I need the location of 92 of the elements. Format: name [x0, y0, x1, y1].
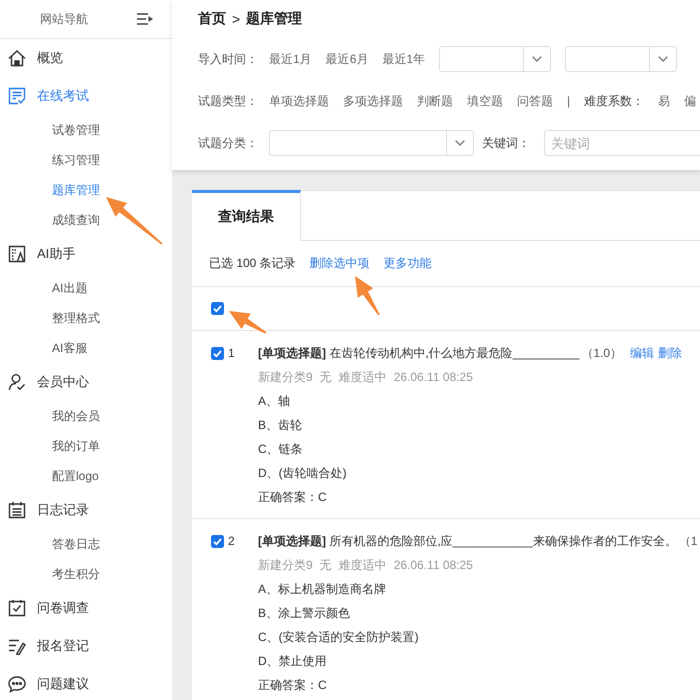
chevron-down-icon: [455, 140, 465, 146]
filter-option[interactable]: 问答题: [517, 92, 553, 110]
sidebar-subitem[interactable]: 题库管理: [52, 182, 100, 198]
meta-text: 新建分类9: [258, 368, 313, 386]
filter-label: 导入时间：: [198, 50, 255, 68]
annotation-arrow: [229, 311, 266, 334]
filter-label: 难度系数：: [584, 92, 644, 110]
keyword-field[interactable]: 关键词: [544, 130, 700, 156]
sidebar-title: 网站导航: [40, 10, 88, 28]
sidebar-item[interactable]: 日志记录: [8, 501, 89, 519]
filter-label: 关键词：: [482, 134, 530, 152]
sidebar-subitem[interactable]: 成绩查询: [52, 212, 100, 228]
select-field[interactable]: [269, 130, 474, 156]
question-title: [单项选择题] 所有机器的危险部位,应____________来确保操作者的工作安全。: [258, 532, 677, 550]
filter-option[interactable]: 单项选择题: [269, 92, 329, 110]
action-link[interactable]: 删除: [658, 344, 682, 362]
filter-option[interactable]: 判断题: [417, 92, 453, 110]
clipboard-check-icon: [8, 599, 26, 617]
sidebar-item[interactable]: 会员中心: [8, 373, 89, 391]
option-text: A、轴: [258, 393, 290, 410]
option-text: C、链条: [258, 441, 303, 458]
option-text: D、(齿轮啮合处): [258, 465, 347, 482]
person-check-icon: [8, 373, 26, 391]
filter-option[interactable]: 最近1年: [382, 50, 426, 68]
document-lines-icon: [8, 245, 26, 263]
action-link[interactable]: 编辑: [630, 344, 654, 362]
menu-icon[interactable]: [137, 13, 153, 25]
meta-text: 无: [320, 556, 332, 574]
question-title: [单项选择题] 在齿轮传动机构中,什么地方最危险__________: [258, 344, 580, 362]
chevron-down-icon: [532, 56, 542, 62]
sidebar-subitem[interactable]: 我的会员: [52, 408, 100, 424]
sidebar-subitem[interactable]: 我的订单: [52, 438, 100, 454]
filter-option[interactable]: 填空题: [467, 92, 503, 110]
selection-summary: 已选 100 条记录: [209, 255, 296, 272]
option-text: C、(安装合适的安全防护装置): [258, 629, 419, 646]
sidebar-subitem[interactable]: 配置logo: [52, 468, 99, 484]
meta-text: 难度适中: [338, 556, 387, 574]
sidebar-subitem[interactable]: AI出题: [52, 280, 88, 296]
option-text: B、涂上警示颜色: [258, 605, 350, 622]
sidebar-item[interactable]: 报名登记: [8, 637, 89, 655]
filter-option[interactable]: 易: [658, 92, 670, 110]
chevron-down-icon: [658, 56, 668, 62]
toolbar-link[interactable]: 更多功能: [384, 255, 432, 272]
filter-option[interactable]: 最近6月: [326, 50, 368, 68]
sidebar-subitem[interactable]: 考生积分: [52, 566, 100, 582]
sidebar-subitem[interactable]: 练习管理: [52, 152, 100, 168]
meta-text: 无: [320, 368, 332, 386]
meta-text: 难度适中: [338, 368, 387, 386]
separator: |: [567, 94, 570, 108]
meta-text: 26.06.11 08:25: [394, 558, 473, 572]
document-check-icon: [8, 87, 26, 105]
checkbox[interactable]: [211, 534, 224, 548]
sidebar-subitem[interactable]: 试卷管理: [52, 122, 100, 138]
question-number: 2: [228, 534, 235, 548]
annotation-arrow: [355, 276, 380, 316]
select-field[interactable]: [565, 46, 678, 72]
select-field[interactable]: [439, 46, 552, 72]
breadcrumb-current: 题库管理: [246, 10, 302, 28]
meta-text: 新建分类9: [258, 556, 313, 574]
question-score: （1.0）: [581, 344, 622, 362]
sidebar-item[interactable]: 概览: [8, 49, 63, 67]
toolbar-link[interactable]: 删除选中项: [310, 255, 370, 272]
breadcrumb-separator: >: [232, 11, 240, 27]
option-text: B、齿轮: [258, 417, 302, 434]
filter-label: 试题分类：: [198, 134, 255, 152]
question-number: 1: [228, 346, 235, 360]
filter-option[interactable]: 多项选择题: [343, 92, 403, 110]
annotation-arrow: [106, 197, 162, 245]
sidebar-item[interactable]: AI助手: [8, 245, 76, 263]
option-text: A、标上机器制造商名牌: [258, 581, 386, 598]
notepad-icon: [8, 501, 26, 519]
answer-text: 正确答案：C: [258, 489, 327, 506]
sidebar-item[interactable]: 问卷调查: [8, 599, 89, 617]
option-text: D、禁止使用: [258, 653, 327, 670]
house-icon: [8, 49, 26, 67]
answer-text: 正确答案：C: [258, 677, 327, 694]
question-score: （1: [678, 532, 698, 550]
pen-lines-icon: [8, 637, 26, 655]
filter-label: 试题类型：: [198, 92, 255, 110]
tab[interactable]: 查询结果: [192, 190, 301, 241]
sidebar-subitem[interactable]: 答卷日志: [52, 536, 100, 552]
meta-text: 26.06.11 08:25: [394, 370, 473, 384]
checkbox[interactable]: [211, 302, 224, 315]
filter-option[interactable]: 最近1月: [269, 50, 312, 68]
checkbox[interactable]: [211, 346, 224, 360]
breadcrumb-link[interactable]: 首页: [198, 10, 226, 28]
filter-option[interactable]: 偏: [684, 92, 696, 110]
sidebar-subitem[interactable]: AI客服: [52, 340, 88, 356]
sidebar-item[interactable]: 在线考试: [8, 87, 89, 105]
chat-bubble-icon: [8, 675, 26, 693]
sidebar-subitem[interactable]: 整理格式: [52, 310, 100, 326]
sidebar-item[interactable]: 问题建议: [8, 675, 89, 693]
